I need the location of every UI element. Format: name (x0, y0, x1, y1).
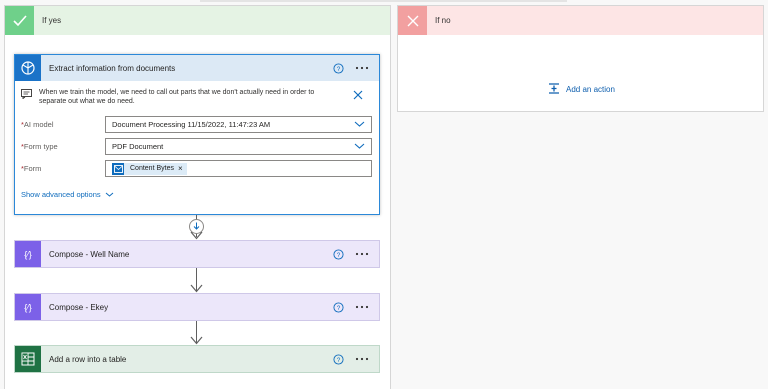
close-icon (398, 6, 427, 35)
branch-if-no: If no Add an action (397, 5, 764, 112)
add-action-label: Add an action (566, 85, 615, 94)
extract-card-title: Extract information from documents (49, 63, 176, 73)
extract-card-header[interactable]: Extract information from documents ? (15, 55, 379, 81)
more-ellipsis-icon[interactable] (355, 305, 369, 309)
insert-arrow-icon (193, 222, 200, 232)
show-advanced-label: Show advanced options (21, 190, 101, 199)
ai-builder-icon (15, 55, 41, 81)
more-ellipsis-icon[interactable] (355, 252, 369, 256)
compose-ekey-card[interactable]: {∕} Compose - Ekey ? (14, 293, 380, 321)
action-note: When we train the model, we need to call… (15, 81, 379, 109)
note-text: When we train the model, we need to call… (39, 89, 315, 105)
add-row-header[interactable]: Add a row into a table ? (15, 346, 379, 372)
form-type-label: *Form type (21, 142, 58, 151)
svg-text:?: ? (336, 251, 340, 258)
compose-ekey-title: Compose - Ekey (49, 302, 109, 312)
branch-if-no-title: If no (435, 16, 451, 25)
svg-text:{∕}: {∕} (24, 250, 32, 260)
branch-if-no-header[interactable]: If no (398, 6, 763, 35)
help-circle-icon[interactable]: ? (331, 352, 345, 366)
excel-icon (15, 346, 41, 372)
more-ellipsis-icon[interactable] (355, 66, 369, 70)
compose-braces-icon: {∕} (15, 294, 41, 320)
field-ai-model: *AI model Document Processing 11/15/2022… (21, 116, 373, 133)
help-circle-icon[interactable]: ? (331, 300, 345, 314)
content-bytes-token[interactable]: Content Bytes × (112, 162, 187, 175)
add-row-title: Add a row into a table (49, 354, 127, 364)
svg-text:?: ? (336, 304, 340, 311)
branch-if-yes-title: If yes (42, 16, 62, 25)
svg-text:{∕}: {∕} (24, 303, 32, 313)
add-action-button[interactable]: Add an action (548, 83, 615, 96)
help-circle-icon[interactable]: ? (331, 61, 345, 75)
show-advanced-options-link[interactable]: Show advanced options (21, 190, 114, 199)
arrow-down-icon (190, 231, 203, 240)
svg-text:?: ? (336, 356, 340, 363)
note-comment-icon (21, 89, 33, 101)
arrow-down-icon (190, 284, 203, 293)
form-type-dropdown[interactable]: PDF Document (105, 138, 372, 155)
ai-model-value: Document Processing 11/15/2022, 11:47:23… (112, 120, 271, 129)
chevron-down-icon (105, 190, 114, 199)
compose-well-name-header[interactable]: {∕} Compose - Well Name ? (15, 241, 379, 267)
form-type-value: PDF Document (112, 142, 164, 151)
ai-model-dropdown[interactable]: Document Processing 11/15/2022, 11:47:23… (105, 116, 372, 133)
add-action-icon (548, 83, 560, 96)
compose-well-name-card[interactable]: {∕} Compose - Well Name ? (14, 240, 380, 268)
check-icon (5, 6, 34, 35)
add-row-card[interactable]: Add a row into a table ? (14, 345, 380, 373)
chevron-down-icon (354, 120, 365, 129)
arrow-down-icon (190, 336, 203, 345)
branch-if-yes-header[interactable]: If yes (5, 6, 390, 35)
form-input[interactable]: Content Bytes × (105, 160, 372, 177)
outlook-icon (112, 162, 124, 175)
more-ellipsis-icon[interactable] (355, 357, 369, 361)
extract-information-card: Extract information from documents ? Whe… (14, 54, 380, 215)
compose-ekey-header[interactable]: {∕} Compose - Ekey ? (15, 294, 379, 320)
token-label: Content Bytes (130, 165, 174, 172)
compose-well-name-title: Compose - Well Name (49, 249, 130, 259)
form-label: *Form (21, 164, 42, 173)
top-strip (200, 0, 567, 2)
close-note-icon[interactable] (351, 88, 365, 102)
field-form: *Form Content Bytes × (21, 160, 373, 177)
remove-token-icon[interactable]: × (178, 164, 183, 173)
field-form-type: *Form type PDF Document (21, 138, 373, 155)
compose-braces-icon: {∕} (15, 241, 41, 267)
chevron-down-icon (354, 142, 365, 151)
svg-text:?: ? (336, 65, 340, 72)
help-circle-icon[interactable]: ? (331, 247, 345, 261)
ai-model-label: *AI model (21, 120, 54, 129)
